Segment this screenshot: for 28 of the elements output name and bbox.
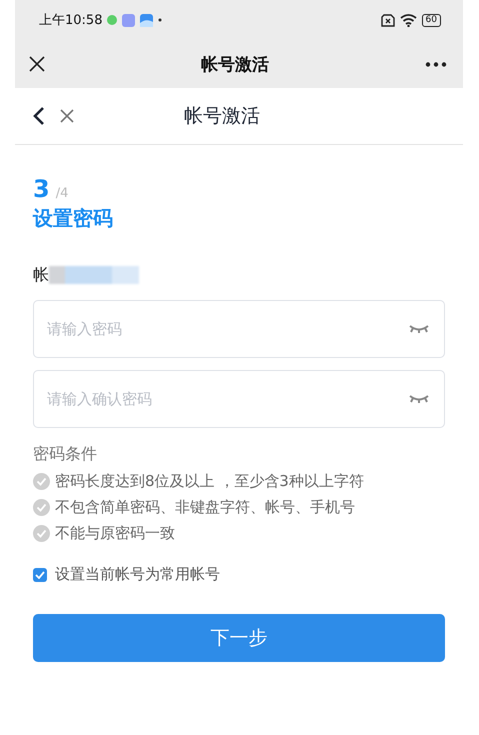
eye-closed-icon[interactable] <box>409 324 429 334</box>
next-button[interactable]: 下一步 <box>33 614 445 662</box>
checkbox-label: 设置当前帐号为常用帐号 <box>55 565 220 584</box>
rule-text: 不能与原密码一致 <box>55 524 175 543</box>
step-title: 设置密码 <box>33 205 114 232</box>
app-title: 帐号激活 <box>200 54 270 76</box>
back-icon[interactable] <box>33 106 45 126</box>
checkbox[interactable] <box>33 568 47 582</box>
eye-closed-icon[interactable] <box>409 394 429 404</box>
close-icon[interactable] <box>29 56 45 72</box>
password-field[interactable]: 请输入确认密码 <box>33 370 445 428</box>
account-label: 帐 <box>33 264 49 286</box>
status-time: 上午10:58 <box>39 12 102 29</box>
dot-icon <box>158 18 162 22</box>
app-dot-icon <box>107 15 118 25</box>
rule-text: 不包含简单密码、非键盘字符、帐号、手机号 <box>55 498 355 517</box>
step-number: 3 <box>33 175 50 203</box>
more-icon[interactable] <box>425 62 447 66</box>
password-field[interactable]: 请输入密码 <box>33 300 445 358</box>
gallery-icon <box>140 14 154 26</box>
app-square-icon <box>122 14 136 26</box>
no-sim-icon <box>380 14 395 26</box>
battery-indicator: 60 <box>422 14 441 26</box>
step-total: /4 <box>56 186 68 201</box>
wifi-icon <box>400 14 417 26</box>
page-title: 帐号激活 <box>183 104 261 129</box>
rules-title: 密码条件 <box>33 444 98 465</box>
rule-text: 密码长度达到8位及以上 ，至少含3种以上字符 <box>55 472 364 491</box>
